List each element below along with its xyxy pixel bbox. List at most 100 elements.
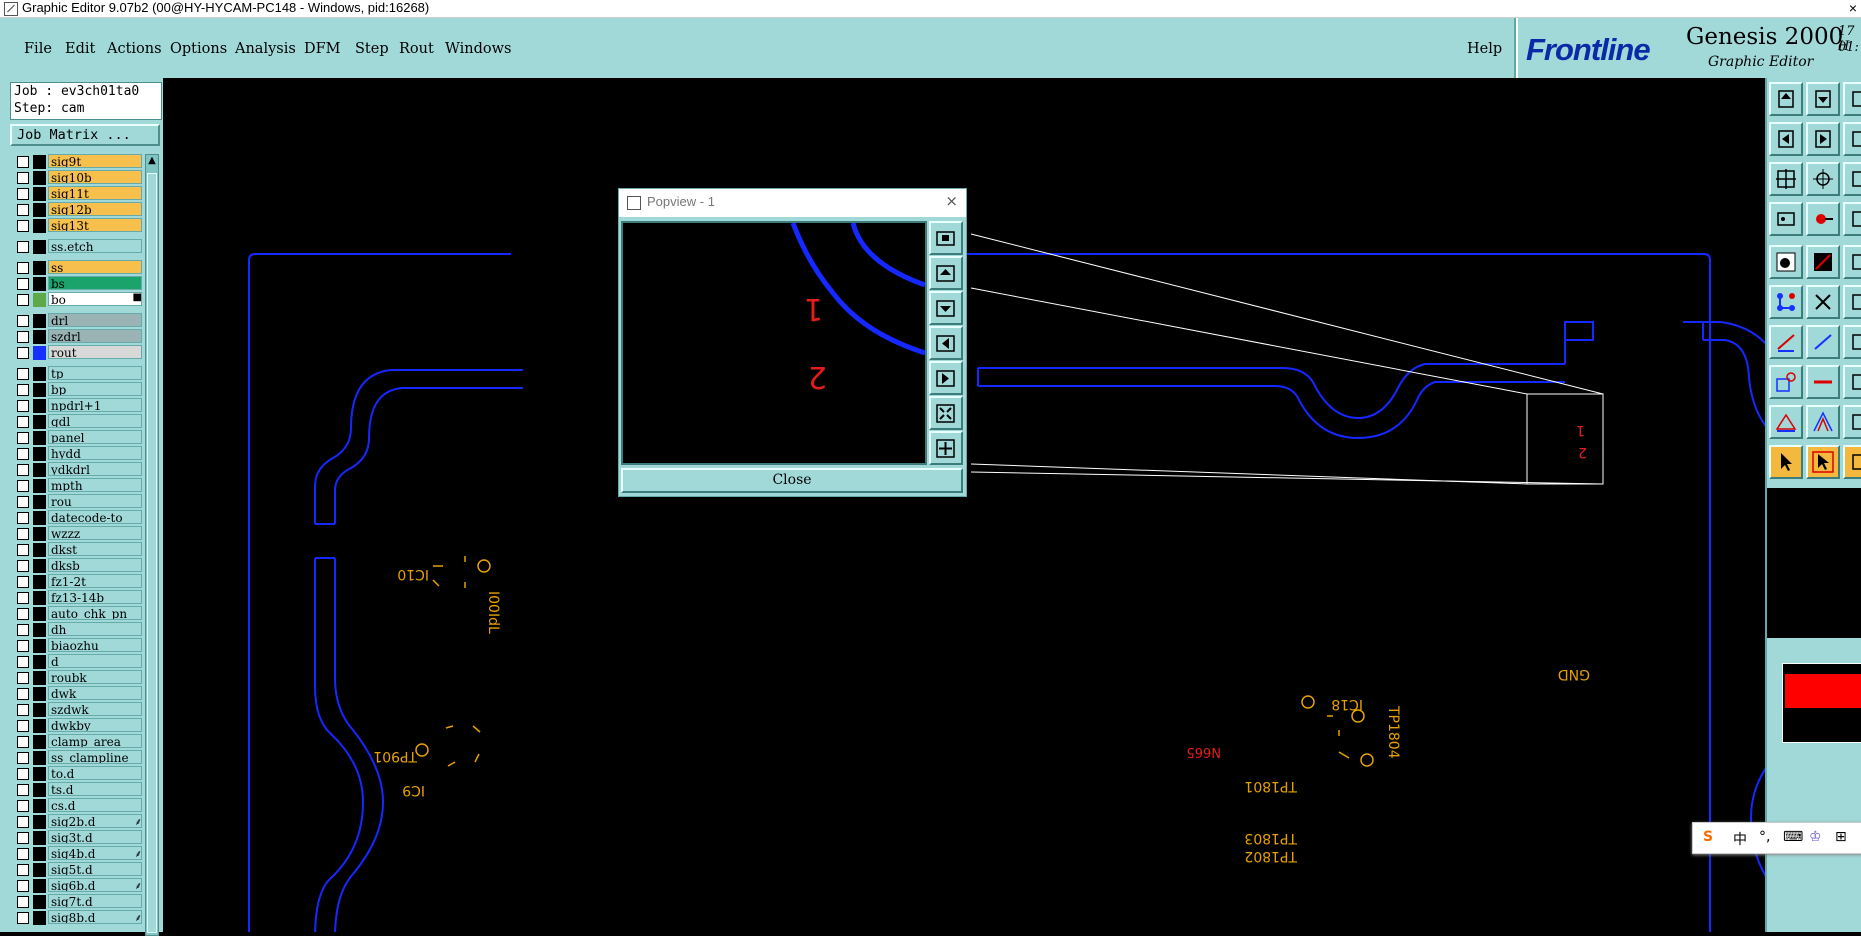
layer-row[interactable]: tp [12, 366, 144, 382]
menu-help[interactable]: Help [1467, 41, 1502, 57]
layer-name[interactable]: npdrl+1 [48, 398, 142, 412]
layer-checkbox[interactable] [17, 528, 29, 540]
layer-row[interactable]: mpth [12, 478, 144, 494]
measure-button[interactable] [1806, 245, 1840, 279]
layer-name[interactable]: datecode-to [48, 510, 142, 524]
layer-checkbox[interactable] [17, 544, 29, 556]
layer-name[interactable]: sig6b.d [48, 878, 142, 892]
layer-checkbox[interactable] [17, 784, 29, 796]
layer-name[interactable]: biaozhu [48, 638, 142, 652]
layer-color-swatch[interactable] [33, 543, 46, 557]
layer-checkbox[interactable] [17, 656, 29, 668]
layer-row[interactable]: panel [12, 430, 144, 446]
layer-checkbox[interactable] [17, 576, 29, 588]
layer-color-swatch[interactable] [33, 383, 46, 397]
layer-name[interactable]: sig11t [48, 186, 142, 200]
layer-row[interactable]: sig6b.d ⸙ [12, 878, 144, 894]
layer-checkbox[interactable] [17, 624, 29, 636]
layer-checkbox[interactable] [17, 432, 29, 444]
layer-name[interactable]: mpth [48, 478, 142, 492]
layer-checkbox[interactable] [17, 816, 29, 828]
popview-pan-right-button[interactable] [929, 361, 963, 395]
ime-skin-icon[interactable]: ♔ [1809, 829, 1822, 845]
layer-name[interactable]: dkst [48, 542, 142, 556]
layer-checkbox[interactable] [17, 768, 29, 780]
layer-row[interactable]: sig10b [12, 170, 144, 186]
dash-more-button[interactable] [1843, 365, 1861, 399]
layer-name[interactable]: sig3t.d [48, 830, 142, 844]
polygon-button[interactable] [1769, 405, 1803, 439]
layer-row[interactable]: szdwk [12, 702, 144, 718]
layer-color-swatch[interactable] [33, 367, 46, 381]
layer-checkbox[interactable] [17, 384, 29, 396]
layer-color-swatch[interactable] [33, 293, 46, 307]
layer-checkbox[interactable] [17, 512, 29, 524]
layer-name[interactable]: bs [48, 276, 142, 290]
layer-name[interactable]: rout [48, 345, 142, 359]
cross-more-button[interactable] [1843, 285, 1861, 319]
layer-color-swatch[interactable] [33, 219, 46, 233]
layer-color-swatch[interactable] [33, 171, 46, 185]
layer-color-swatch[interactable] [33, 687, 46, 701]
layer-row[interactable]: biaozhu [12, 638, 144, 654]
layer-color-swatch[interactable] [33, 575, 46, 589]
layer-color-swatch[interactable] [33, 203, 46, 217]
layer-row[interactable]: ss.etch [12, 239, 144, 255]
layer-color-swatch[interactable] [33, 479, 46, 493]
menu-dfm[interactable]: DFM [304, 41, 341, 57]
layer-row[interactable]: wzzz [12, 526, 144, 542]
popview-zoom-in-button[interactable] [929, 431, 963, 465]
polygon-alt-button[interactable] [1806, 405, 1840, 439]
layer-checkbox[interactable] [17, 156, 29, 168]
layer-checkbox[interactable] [17, 188, 29, 200]
layer-row[interactable]: dwk [12, 686, 144, 702]
layer-checkbox[interactable] [17, 464, 29, 476]
ime-toolbar[interactable]: S 中 °, ⌨ ♔ ⊞ [1692, 822, 1861, 854]
layer-row[interactable]: sig5t.d [12, 862, 144, 878]
layer-color-swatch[interactable] [33, 330, 46, 344]
menu-step[interactable]: Step [355, 41, 389, 57]
layer-checkbox[interactable] [17, 331, 29, 343]
layer-checkbox[interactable] [17, 608, 29, 620]
layer-checkbox[interactable] [17, 880, 29, 892]
layer-row[interactable]: sig11t [12, 186, 144, 202]
layer-row[interactable]: bo ■ [12, 292, 144, 308]
layer-checkbox[interactable] [17, 241, 29, 253]
layer-name[interactable]: drl [48, 313, 142, 327]
layer-color-swatch[interactable] [33, 719, 46, 733]
layer-name[interactable]: bp [48, 382, 142, 396]
layer-checkbox[interactable] [17, 832, 29, 844]
layer-name[interactable]: sig12b [48, 202, 142, 216]
layer-checkbox[interactable] [17, 896, 29, 908]
layer-color-swatch[interactable] [33, 527, 46, 541]
popview-view[interactable]: 1 2 [621, 221, 927, 465]
layer-name[interactable]: szdwk [48, 702, 142, 716]
layer-checkbox[interactable] [17, 688, 29, 700]
ime-keyboard-icon[interactable]: ⌨ [1783, 829, 1803, 845]
layer-checkbox[interactable] [17, 848, 29, 860]
layer-color-swatch[interactable] [33, 799, 46, 813]
layer-name[interactable]: ydkdrl [48, 462, 142, 476]
layer-color-swatch[interactable] [33, 879, 46, 893]
dash-button[interactable] [1806, 365, 1840, 399]
layer-name[interactable]: roubk [48, 670, 142, 684]
layer-checkbox[interactable] [17, 368, 29, 380]
layer-checkbox[interactable] [17, 496, 29, 508]
layer-name[interactable]: sig8b.d [48, 910, 142, 924]
layer-color-swatch[interactable] [33, 703, 46, 717]
layer-name[interactable]: hydd [48, 446, 142, 460]
layer-checkbox[interactable] [17, 672, 29, 684]
move-left-button[interactable] [1769, 122, 1803, 156]
layer-color-swatch[interactable] [33, 399, 46, 413]
layer-name[interactable]: wzzz [48, 526, 142, 540]
layer-checkbox[interactable] [17, 720, 29, 732]
layer-color-swatch[interactable] [33, 639, 46, 653]
layer-name[interactable]: sig4b.d [48, 846, 142, 860]
layer-checkbox[interactable] [17, 416, 29, 428]
layer-color-swatch[interactable] [33, 463, 46, 477]
menu-actions[interactable]: Actions [107, 41, 162, 57]
add-pad-button[interactable] [1769, 365, 1803, 399]
layer-color-swatch[interactable] [33, 671, 46, 685]
layer-color-swatch[interactable] [33, 511, 46, 525]
layer-row[interactable]: dh [12, 622, 144, 638]
